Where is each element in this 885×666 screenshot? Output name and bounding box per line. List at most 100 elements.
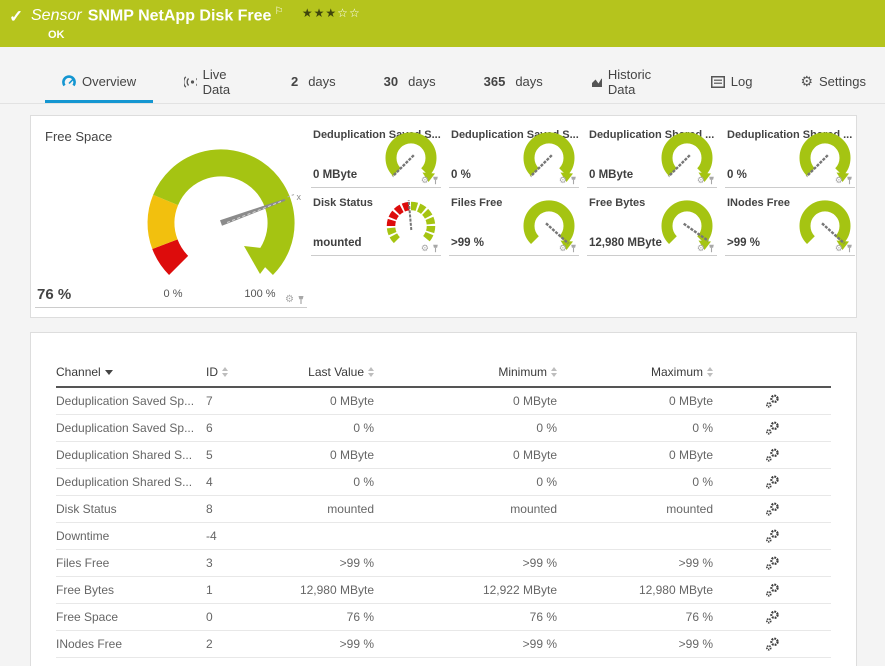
table-row[interactable]: Files Free 3 >99 % >99 % >99 % xyxy=(56,550,831,577)
sort-icon xyxy=(222,367,228,377)
channel-settings-gears-icon[interactable] xyxy=(765,583,780,597)
pin-icon[interactable] xyxy=(708,176,715,185)
gauge-settings-gear-icon[interactable]: ⚙ xyxy=(559,176,567,185)
tab-live-data[interactable]: Live Data xyxy=(167,60,260,103)
tab-365-days[interactable]: 365 days xyxy=(467,60,560,103)
channel-gauge-free-space[interactable]: Free Space x 76 % 0 % 100 % ⚙ xyxy=(31,116,311,317)
gauge-settings-gear-icon[interactable]: ⚙ xyxy=(421,176,429,185)
gauge-value: 0 % xyxy=(451,169,471,181)
sensor-title: SNMP NetApp Disk Free xyxy=(88,7,272,24)
channel-gauge-dedup-saved-percent[interactable]: Deduplication Saved S... 0 % ⚙ xyxy=(449,122,579,188)
tab-historic-data[interactable]: Historic Data xyxy=(574,60,680,103)
channel-settings-gears-icon[interactable] xyxy=(765,610,780,624)
pin-icon[interactable] xyxy=(570,176,577,185)
column-header-id[interactable]: ID xyxy=(206,365,264,379)
cell-last-value: 0 MByte xyxy=(264,394,374,408)
column-header-maximum[interactable]: Maximum xyxy=(557,365,713,379)
tab-log[interactable]: Log xyxy=(694,60,770,103)
tab-label: days xyxy=(308,74,335,89)
channel-gauge-dedup-shared-percent[interactable]: Deduplication Shared ... 0 % ⚙ xyxy=(725,122,855,188)
star-icon[interactable]: ★ xyxy=(314,6,326,20)
pin-icon[interactable] xyxy=(570,244,577,253)
column-label: ID xyxy=(206,365,218,379)
cell-last-value: >99 % xyxy=(264,637,374,651)
sort-icon xyxy=(707,367,713,377)
pin-icon[interactable] xyxy=(846,244,853,253)
cell-minimum: 0 % xyxy=(374,421,557,435)
cell-maximum: 76 % xyxy=(557,610,713,624)
tab-label: Historic Data xyxy=(608,67,663,97)
pin-icon[interactable] xyxy=(432,244,439,253)
cell-last-value: 12,980 MByte xyxy=(264,583,374,597)
cell-minimum: 0 % xyxy=(374,475,557,489)
gauge-settings-gear-icon[interactable]: ⚙ xyxy=(697,176,705,185)
channel-settings-gears-icon[interactable] xyxy=(765,394,780,408)
gauge-value: 0 MByte xyxy=(589,169,633,181)
tab-2-days[interactable]: 2 days xyxy=(274,60,353,103)
flag-icon[interactable]: ⚐ xyxy=(274,6,283,17)
channel-settings-gears-icon[interactable] xyxy=(765,448,780,462)
tab-overview[interactable]: Overview xyxy=(45,60,153,103)
channel-gauge-dedup-shared-space[interactable]: Deduplication Shared ... 0 MByte ⚙ xyxy=(587,122,717,188)
channel-gauge-disk-status[interactable]: Disk Status xyxy=(311,190,441,256)
star-icon[interactable]: ☆ xyxy=(349,6,361,20)
table-row[interactable]: INodes Free 2 >99 % >99 % >99 % xyxy=(56,631,831,658)
gauge-settings-gear-icon[interactable]: ⚙ xyxy=(421,244,429,253)
channel-gauge-files-free[interactable]: Files Free >99 % ⚙ xyxy=(449,190,579,256)
channel-settings-gears-icon[interactable] xyxy=(765,502,780,516)
gauge-settings-gear-icon[interactable]: ⚙ xyxy=(285,295,294,305)
tab-settings[interactable]: ⚙ Settings xyxy=(783,60,883,103)
gauge-value: >99 % xyxy=(451,237,484,249)
cell-id: 3 xyxy=(206,556,264,570)
cell-maximum: >99 % xyxy=(557,556,713,570)
channel-settings-gears-icon[interactable] xyxy=(765,556,780,570)
tab-30-days[interactable]: 30 days xyxy=(367,60,453,103)
channel-settings-gears-icon[interactable] xyxy=(765,421,780,435)
cell-last-value: 0 % xyxy=(264,475,374,489)
pin-icon[interactable] xyxy=(846,176,853,185)
table-row[interactable]: Free Space 0 76 % 76 % 76 % xyxy=(56,604,831,631)
gauge-value: 12,980 MByte xyxy=(589,237,662,249)
channel-settings-gears-icon[interactable] xyxy=(765,529,780,543)
table-row[interactable]: Deduplication Saved Sp... 6 0 % 0 % 0 % xyxy=(56,415,831,442)
star-icon[interactable]: ★ xyxy=(325,6,337,20)
gauge-value: >99 % xyxy=(727,237,760,249)
gauge-settings-gear-icon[interactable]: ⚙ xyxy=(697,244,705,253)
pin-icon[interactable] xyxy=(708,244,715,253)
cell-maximum: 12,980 MByte xyxy=(557,583,713,597)
column-header-last-value[interactable]: Last Value xyxy=(264,365,374,379)
tab-label: days xyxy=(515,74,542,89)
table-row[interactable]: Deduplication Shared S... 5 0 MByte 0 MB… xyxy=(56,442,831,469)
overview-gauges-panel: Free Space x 76 % 0 % 100 % ⚙ xyxy=(30,115,857,318)
table-row[interactable]: Downtime -4 xyxy=(56,523,831,550)
column-label: Channel xyxy=(56,365,101,379)
priority-stars[interactable]: ★★★☆☆ xyxy=(302,6,361,20)
channel-gauge-free-bytes[interactable]: Free Bytes 12,980 MByte ⚙ xyxy=(587,190,717,256)
cell-last-value: 0 MByte xyxy=(264,448,374,462)
gauge-max-marker: x xyxy=(297,192,302,202)
cell-channel: Deduplication Saved Sp... xyxy=(56,394,206,408)
table-row[interactable]: Deduplication Saved Sp... 7 0 MByte 0 MB… xyxy=(56,388,831,415)
gauge-settings-gear-icon[interactable]: ⚙ xyxy=(559,244,567,253)
column-header-channel[interactable]: Channel xyxy=(56,365,206,379)
tab-label: Log xyxy=(731,74,753,89)
column-label: Minimum xyxy=(498,365,547,379)
channel-gauge-dedup-saved-space[interactable]: Deduplication Saved S... 0 MByte ⚙ xyxy=(311,122,441,188)
table-row[interactable]: Free Bytes 1 12,980 MByte 12,922 MByte 1… xyxy=(56,577,831,604)
column-header-minimum[interactable]: Minimum xyxy=(374,365,557,379)
cell-minimum: mounted xyxy=(374,502,557,516)
star-icon[interactable]: ★ xyxy=(302,6,314,20)
star-icon[interactable]: ☆ xyxy=(337,6,349,20)
gauge-settings-gear-icon[interactable]: ⚙ xyxy=(835,176,843,185)
gauge-settings-gear-icon[interactable]: ⚙ xyxy=(835,244,843,253)
table-row[interactable]: Deduplication Shared S... 4 0 % 0 % 0 % xyxy=(56,469,831,496)
tab-bar: Overview Live Data 2 days 30 days 365 da… xyxy=(0,60,885,104)
table-row[interactable]: Disk Status 8 mounted mounted mounted xyxy=(56,496,831,523)
cell-id: 0 xyxy=(206,610,264,624)
channel-gauge-inodes-free[interactable]: INodes Free >99 % ⚙ xyxy=(725,190,855,256)
cell-minimum: 76 % xyxy=(374,610,557,624)
channel-settings-gears-icon[interactable] xyxy=(765,637,780,651)
pin-icon[interactable] xyxy=(432,176,439,185)
channel-settings-gears-icon[interactable] xyxy=(765,475,780,489)
pin-icon[interactable] xyxy=(297,295,305,305)
